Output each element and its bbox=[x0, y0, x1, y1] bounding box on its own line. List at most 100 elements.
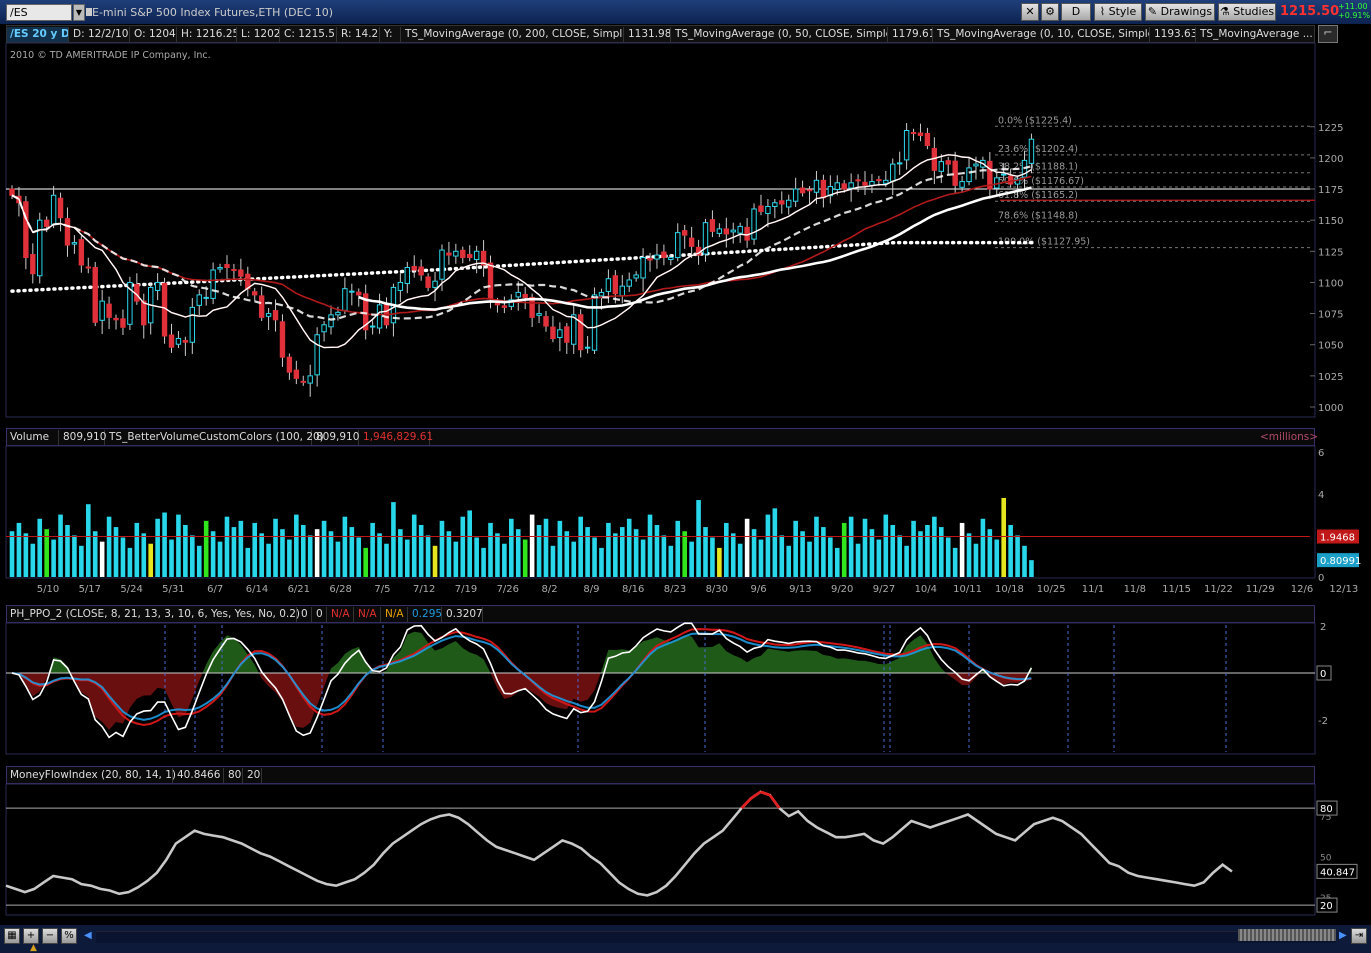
volume-bar bbox=[980, 518, 986, 577]
candle-body bbox=[848, 182, 854, 189]
volume-bar bbox=[862, 518, 868, 577]
scroll-right-icon[interactable]: ▶ bbox=[1339, 930, 1347, 941]
grid-icon[interactable]: ▦ bbox=[4, 928, 20, 944]
date-tick-label: 11/1 bbox=[1082, 584, 1104, 595]
scrollbar-thumb[interactable] bbox=[1238, 929, 1336, 941]
fib-label: 38.2% ($1188.1) bbox=[998, 162, 1078, 173]
volume-bar bbox=[467, 510, 473, 577]
volume-bar bbox=[509, 518, 514, 577]
candle-body bbox=[113, 317, 119, 321]
volume-bar bbox=[217, 541, 223, 577]
volume-bars bbox=[6, 497, 1310, 577]
candle-body bbox=[50, 194, 57, 225]
date-tick-label: 7/5 bbox=[374, 584, 390, 595]
candle-body bbox=[564, 326, 570, 343]
volume-bar bbox=[682, 531, 687, 577]
volume-bar bbox=[772, 508, 778, 577]
mfi-line bbox=[5, 790, 1233, 897]
candle-body bbox=[654, 254, 660, 260]
candle-body bbox=[834, 182, 840, 191]
date-tick-label: 12/13 bbox=[1329, 584, 1358, 595]
candle-body bbox=[661, 251, 667, 259]
volume-bar bbox=[85, 504, 91, 577]
candle-body bbox=[196, 294, 202, 306]
candle-body bbox=[668, 257, 674, 261]
date-tick-label: 8/2 bbox=[542, 584, 558, 595]
ppo-pane: 2 -2 0 bbox=[6, 622, 1332, 752]
volume-bar bbox=[446, 531, 452, 577]
fibonacci-retracement[interactable]: 0.0% ($1225.4) 23.6% ($1202.4) 38.2% ($118… bbox=[995, 115, 1310, 249]
volume-bar bbox=[99, 541, 105, 577]
price-tick-label: 1100 bbox=[1318, 278, 1343, 289]
volume-bar bbox=[529, 514, 535, 577]
volume-bar bbox=[287, 539, 292, 577]
candle-body bbox=[786, 199, 792, 208]
date-tick-label: 11/15 bbox=[1162, 584, 1191, 595]
candle-body bbox=[723, 228, 730, 235]
volume-bar bbox=[522, 539, 528, 577]
time-scrollbar[interactable] bbox=[96, 931, 1336, 943]
candle-body bbox=[487, 262, 494, 300]
candle-body bbox=[411, 266, 417, 271]
volume-bar bbox=[890, 525, 896, 577]
candle-body bbox=[314, 334, 320, 376]
percent-icon[interactable]: % bbox=[61, 928, 77, 944]
mfi-overbought-segment bbox=[740, 790, 781, 810]
date-tick-label: 9/13 bbox=[789, 584, 811, 595]
mfi-value-badge: 40.847 bbox=[1320, 867, 1355, 878]
price-tick-label: 1200 bbox=[1318, 154, 1343, 165]
candle-body bbox=[772, 202, 778, 207]
volume-bar bbox=[911, 520, 916, 577]
volume-bar bbox=[328, 531, 334, 577]
volume-bar bbox=[966, 533, 972, 577]
volume-tick-label: 0 bbox=[1318, 573, 1324, 584]
volume-tick-label: 6 bbox=[1318, 448, 1324, 459]
zoom-in-icon[interactable]: + bbox=[23, 928, 39, 944]
chart-canvas[interactable]: 2010 © TD AMERITRADE IP Company, Inc. 0.… bbox=[0, 0, 1371, 925]
collapse-arrow-icon[interactable]: ▲ bbox=[30, 943, 37, 953]
volume-bar bbox=[807, 541, 812, 577]
candle-body bbox=[141, 300, 147, 326]
volume-bar bbox=[592, 537, 597, 577]
candle-body bbox=[279, 321, 286, 358]
candle-body bbox=[612, 275, 619, 295]
candle-body bbox=[973, 163, 979, 167]
zoom-out-icon[interactable]: − bbox=[42, 928, 58, 944]
date-tick-label: 11/22 bbox=[1204, 584, 1233, 595]
volume-bar bbox=[897, 535, 902, 577]
volume-bar bbox=[626, 518, 632, 577]
volume-bar bbox=[841, 522, 847, 577]
price-tick-label: 1075 bbox=[1318, 310, 1343, 321]
candle-body bbox=[231, 268, 237, 271]
candle-body bbox=[584, 346, 591, 349]
volume-bar bbox=[1008, 525, 1013, 577]
volume-bar bbox=[120, 537, 126, 577]
volume-bar bbox=[814, 516, 819, 577]
date-tick-label: 6/28 bbox=[329, 584, 351, 595]
candle-body bbox=[224, 264, 230, 269]
candle-body bbox=[460, 249, 466, 259]
volume-bar bbox=[238, 520, 244, 577]
candle-body bbox=[467, 254, 473, 259]
volume-bar bbox=[453, 541, 459, 577]
date-tick-label: 12/6 bbox=[1291, 584, 1313, 595]
volume-bar bbox=[231, 527, 237, 577]
date-tick-label: 11/8 bbox=[1124, 584, 1146, 595]
price-tick-label: 1025 bbox=[1318, 372, 1343, 383]
candle-body bbox=[765, 205, 771, 214]
candle-body bbox=[640, 257, 646, 279]
expand-right-icon[interactable]: ⇥ bbox=[1351, 928, 1367, 944]
volume-bar bbox=[418, 525, 424, 577]
date-tick-label: 7/26 bbox=[497, 584, 519, 595]
candle-body bbox=[688, 237, 695, 247]
candle-body bbox=[890, 163, 896, 182]
price-tick-label: 1125 bbox=[1318, 247, 1343, 258]
candle-body bbox=[896, 162, 903, 165]
volume-bar bbox=[245, 547, 251, 577]
ppo-zero-badge: 0 bbox=[1320, 669, 1326, 680]
volume-bar bbox=[619, 527, 625, 577]
candle-body bbox=[258, 295, 265, 318]
price-tick-label: 1225 bbox=[1318, 123, 1343, 134]
scroll-left-icon[interactable]: ◀ bbox=[84, 930, 92, 941]
volume-last-badge: 0.80991 bbox=[1320, 556, 1361, 567]
